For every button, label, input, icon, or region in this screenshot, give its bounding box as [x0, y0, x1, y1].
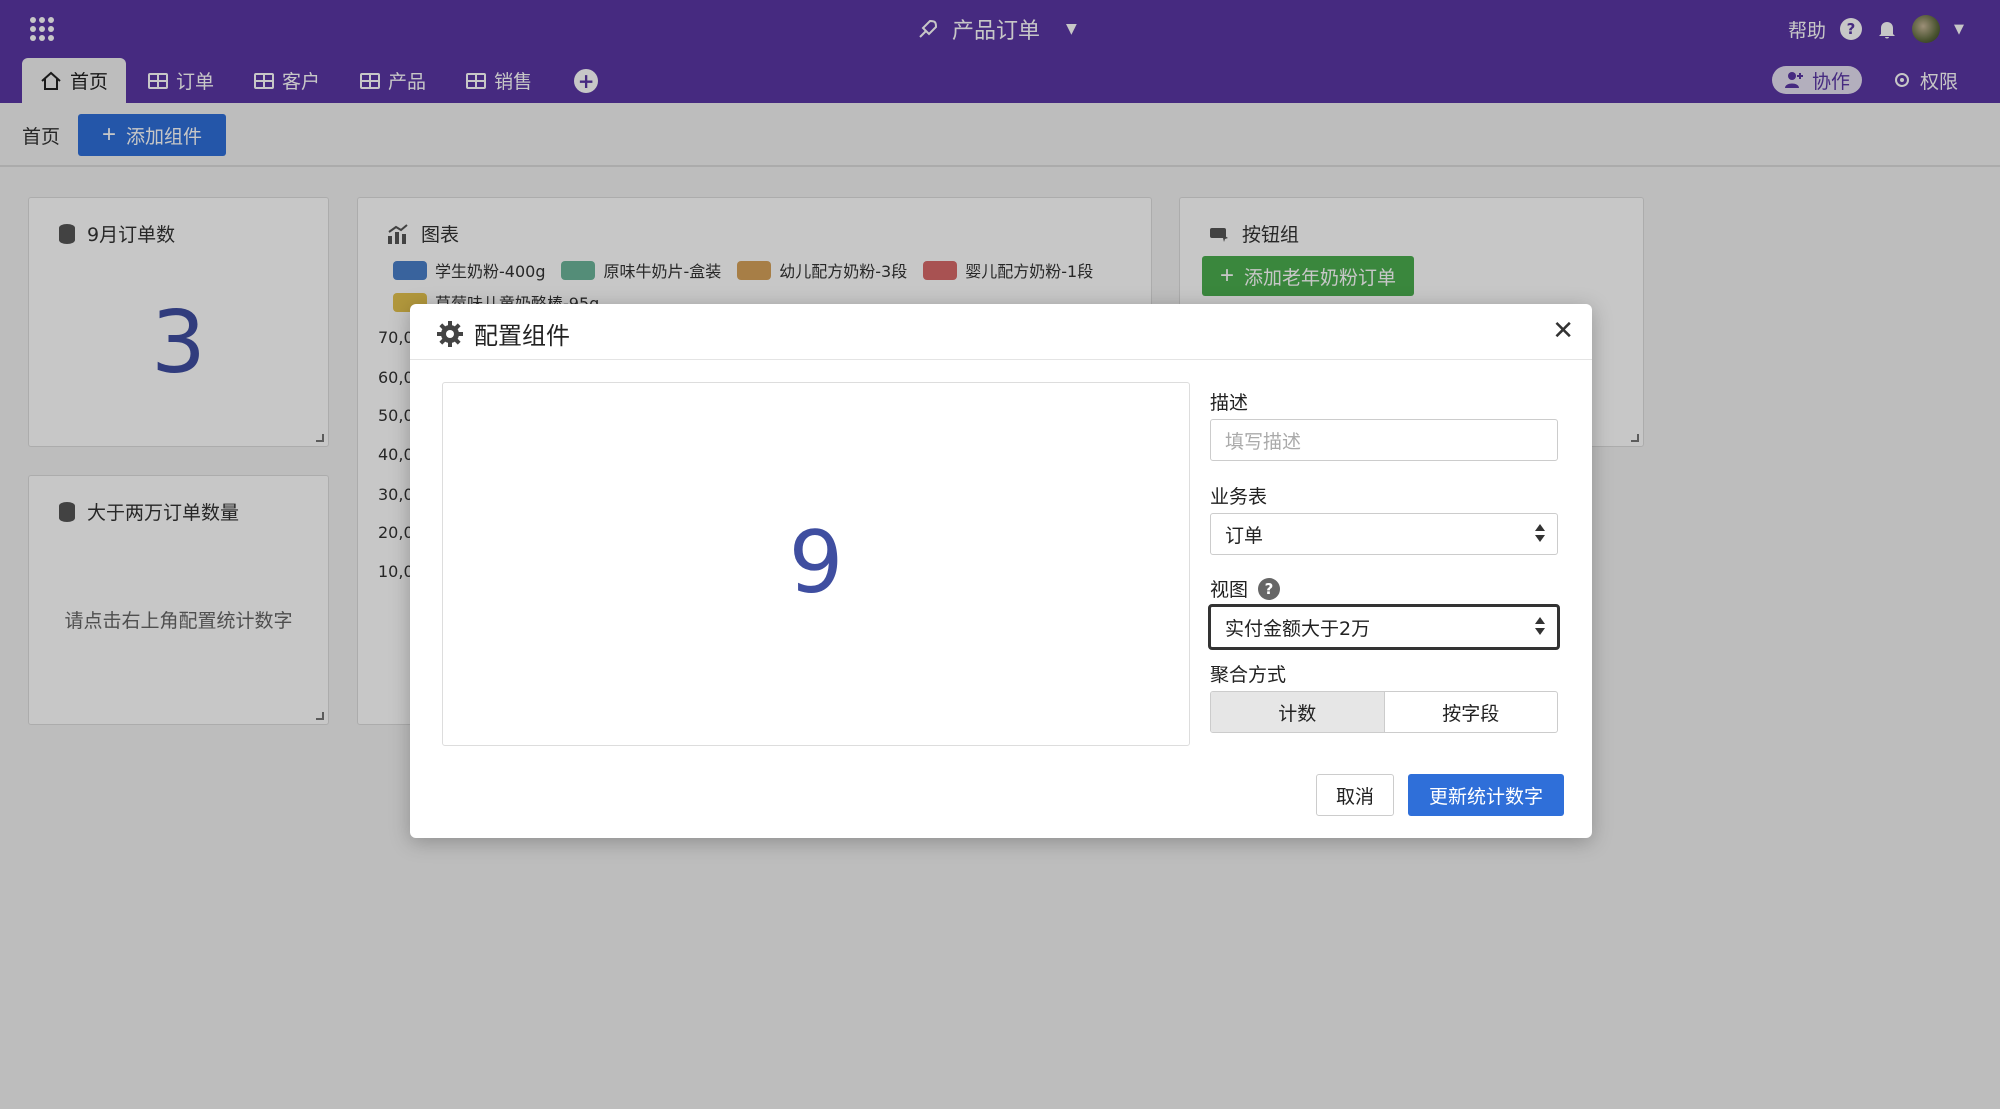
close-icon[interactable]: ✕ [1552, 316, 1574, 346]
dialog-title-text: 配置组件 [474, 322, 570, 350]
dialog-header: 配置组件 ✕ [410, 304, 1592, 360]
cancel-button[interactable]: 取消 [1316, 774, 1394, 816]
widget-preview: 9 [442, 382, 1190, 746]
view-label: 视图 ? [1210, 575, 1281, 602]
preview-value: 9 [788, 513, 844, 613]
aggregate-toggle: 计数 按字段 [1210, 691, 1558, 733]
view-select[interactable]: 实付金额大于2万 [1208, 604, 1560, 650]
view-select-value: 实付金额大于2万 [1225, 617, 1371, 640]
update-stat-button[interactable]: 更新统计数字 [1408, 774, 1564, 816]
description-label: 描述 [1210, 388, 1248, 415]
aggregate-option-count[interactable]: 计数 [1211, 692, 1385, 732]
table-select[interactable]: 订单 [1210, 513, 1558, 555]
dialog-title: 配置组件 [436, 316, 570, 351]
help-icon[interactable]: ? [1258, 577, 1281, 600]
aggregate-label-text: 聚合方式 [1210, 664, 1287, 686]
table-label-text: 业务表 [1210, 486, 1268, 508]
aggregate-option-field[interactable]: 按字段 [1385, 692, 1558, 732]
aggregate-label: 聚合方式 [1210, 660, 1286, 687]
gear-icon [437, 320, 463, 347]
description-input[interactable]: 填写描述 [1210, 419, 1558, 461]
table-select-value: 订单 [1225, 524, 1264, 547]
select-arrows-icon [1535, 617, 1545, 635]
table-label: 业务表 [1210, 482, 1267, 509]
view-label-text: 视图 [1210, 579, 1249, 601]
configure-widget-dialog: 配置组件 ✕ 9 描述 填写描述 业务表 订单 视图 ? 实付金额大于2万 聚合… [410, 304, 1592, 838]
description-label-text: 描述 [1210, 392, 1249, 414]
select-arrows-icon [1535, 524, 1545, 542]
